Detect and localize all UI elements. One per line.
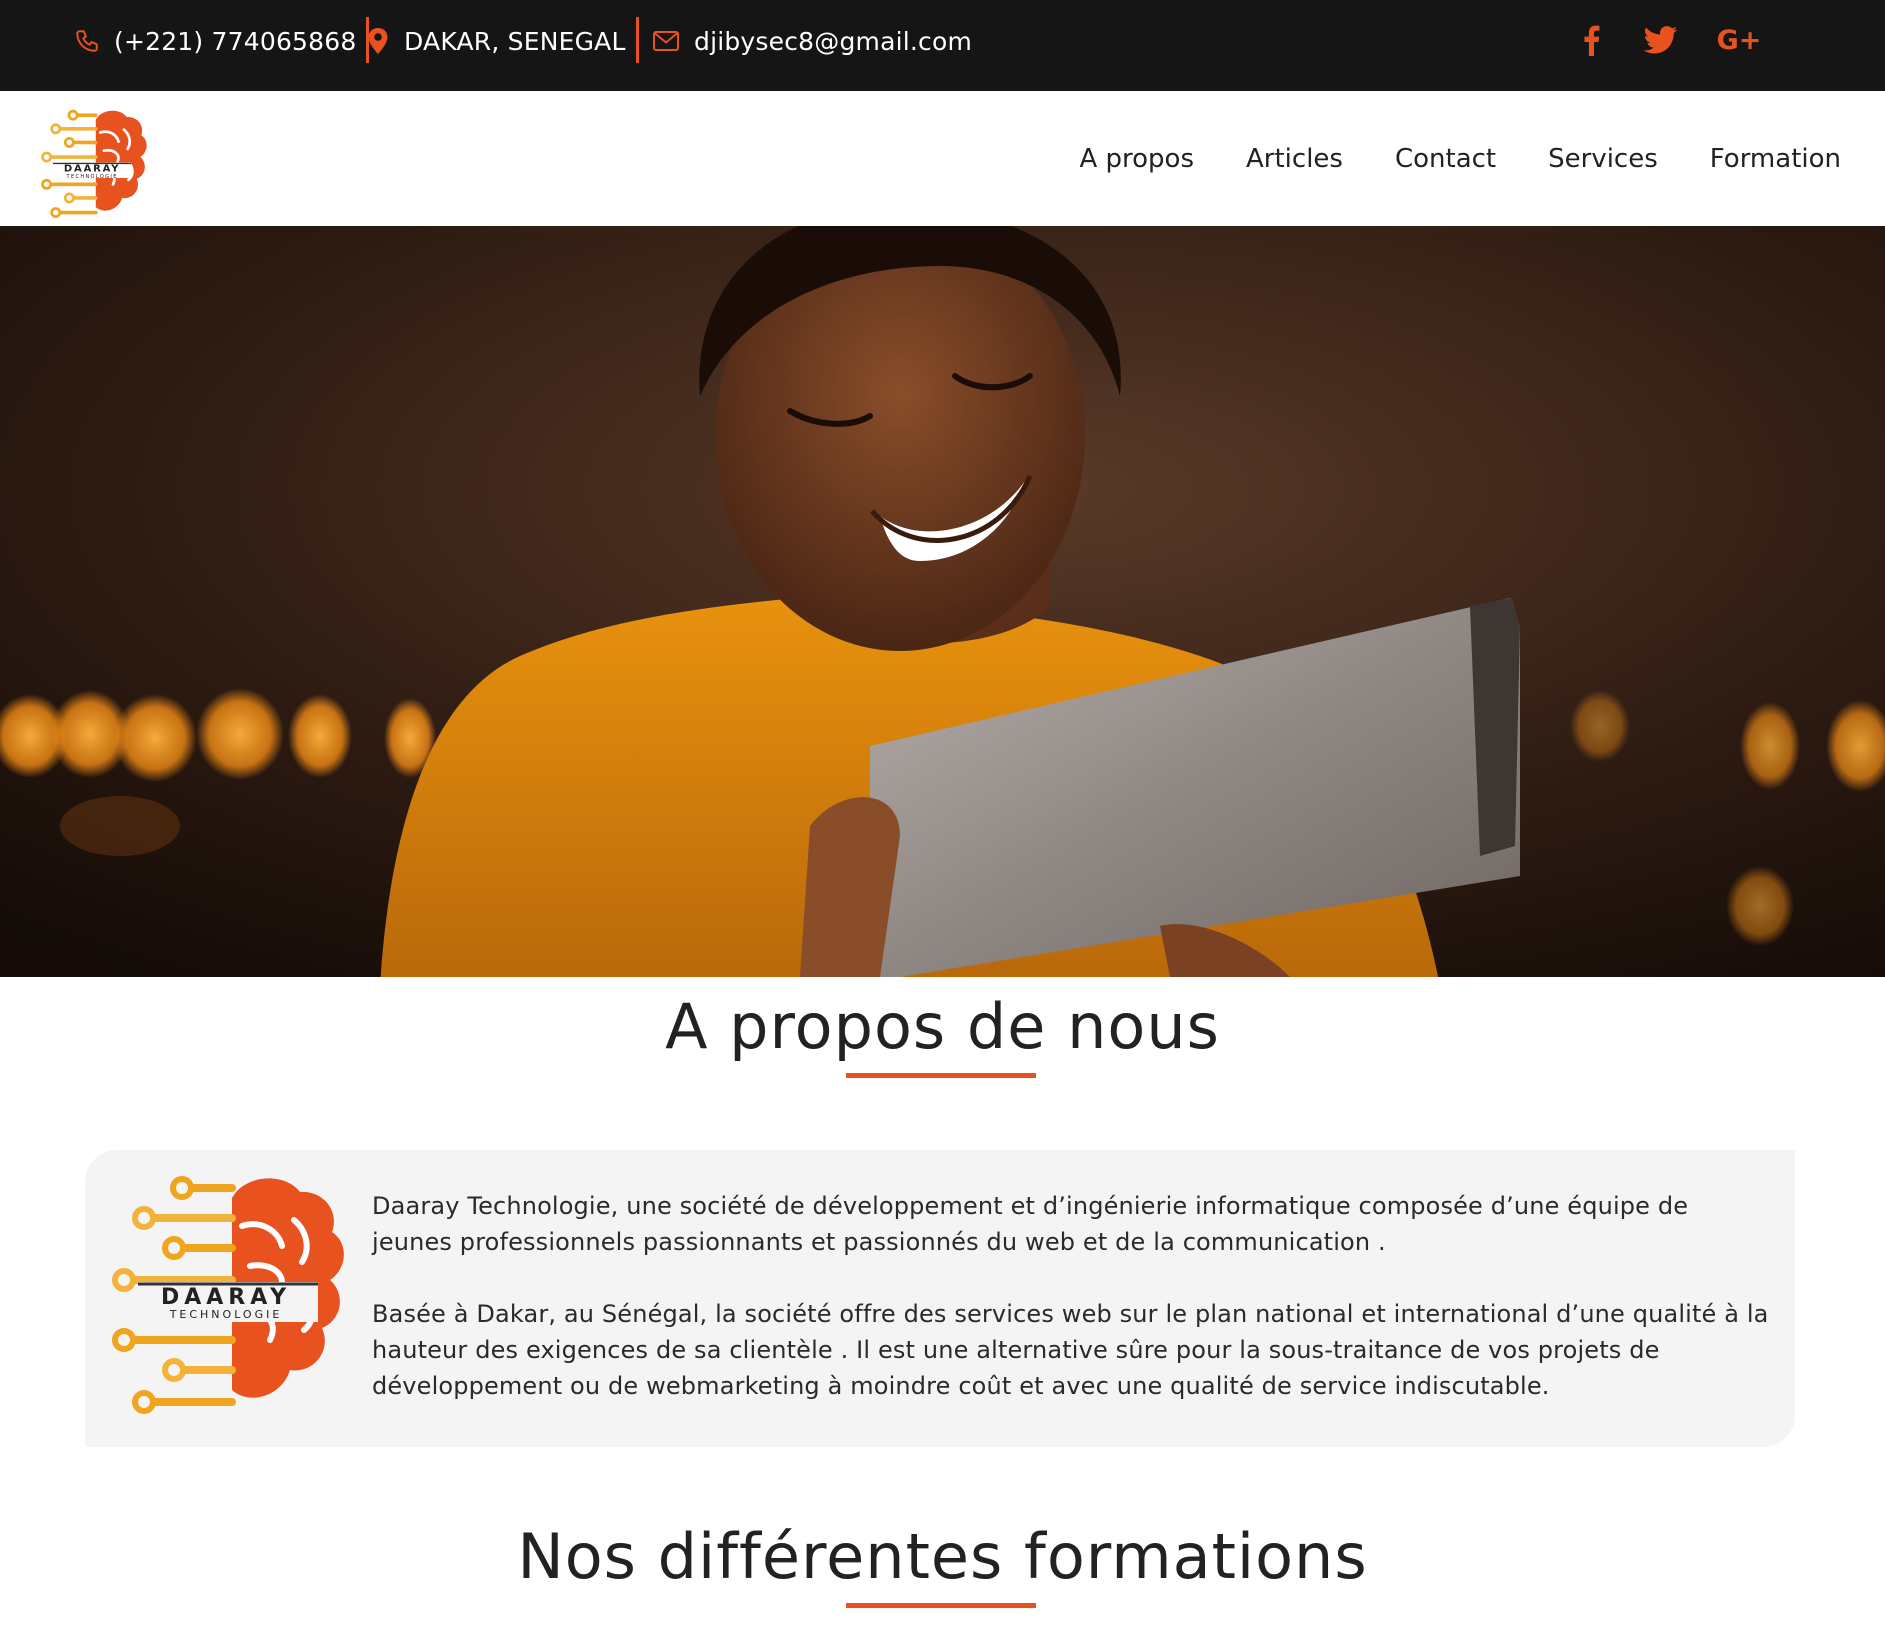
about-paragraph-1: Daaray Technologie, une société de dével… <box>372 1192 1689 1256</box>
about-description: Daaray Technologie, une société de dével… <box>372 1188 1772 1404</box>
phone-contact[interactable]: (+221) 774065868 <box>74 0 356 82</box>
contact-topbar: (+221) 774065868 DAKAR, SENEGAL djibysec… <box>0 0 1885 91</box>
brand-logo[interactable]: DAARAY TECHNOLOGIE <box>40 107 152 223</box>
logo-wordmark: DAARAY <box>64 164 120 175</box>
nav-item-contact[interactable]: Contact <box>1395 144 1496 174</box>
google-plus-icon: G+ <box>1716 24 1762 56</box>
logo-subtitle: TECHNOLOGIE <box>66 174 118 180</box>
nav-item-services[interactable]: Services <box>1548 144 1658 174</box>
twitter-icon <box>1644 26 1678 54</box>
email-address: djibysec8@gmail.com <box>694 26 973 56</box>
hero-banner-image <box>0 226 1885 977</box>
google-plus-link[interactable]: G+ <box>1716 18 1762 62</box>
logo-subtitle: TECHNOLOGIE <box>169 1308 283 1321</box>
about-paragraph-2: Basée à Dakar, au Sénégal, la société of… <box>372 1300 1769 1400</box>
about-logo: DAARAY TECHNOLOGIE <box>110 1170 355 1425</box>
nav-item-formation[interactable]: Formation <box>1710 144 1841 174</box>
twitter-link[interactable] <box>1641 18 1681 62</box>
envelope-icon <box>653 31 679 51</box>
logo-wordmark: DAARAY <box>161 1285 291 1310</box>
hero-photo <box>0 226 1885 977</box>
facebook-link[interactable] <box>1576 18 1606 62</box>
phone-number: (+221) 774065868 <box>114 26 357 56</box>
brand-logo-image: DAARAY TECHNOLOGIE <box>41 109 147 218</box>
nav-menu: A propos Articles Contact Services Forma… <box>1079 91 1841 226</box>
phone-icon <box>76 30 98 52</box>
about-logo-image: DAARAY TECHNOLOGIE <box>112 1176 344 1414</box>
location-text: DAKAR, SENEGAL <box>404 26 626 56</box>
location-contact: DAKAR, SENEGAL <box>366 0 626 82</box>
nav-item-a-propos[interactable]: A propos <box>1079 144 1194 174</box>
main-navbar: DAARAY TECHNOLOGIE A propos Articles Con… <box>0 91 1885 226</box>
about-title-underline <box>846 1073 1036 1078</box>
divider <box>636 17 639 63</box>
facebook-icon <box>1584 25 1600 56</box>
nav-item-articles[interactable]: Articles <box>1246 144 1343 174</box>
formations-title-underline <box>846 1603 1036 1608</box>
formations-title: Nos différentes formations <box>517 1520 1368 1593</box>
map-pin-icon <box>368 28 388 54</box>
email-contact[interactable]: djibysec8@gmail.com <box>652 0 972 82</box>
about-title: A propos de nous <box>665 990 1220 1063</box>
about-card: DAARAY TECHNOLOGIE Daaray Technologie, u… <box>85 1150 1795 1447</box>
